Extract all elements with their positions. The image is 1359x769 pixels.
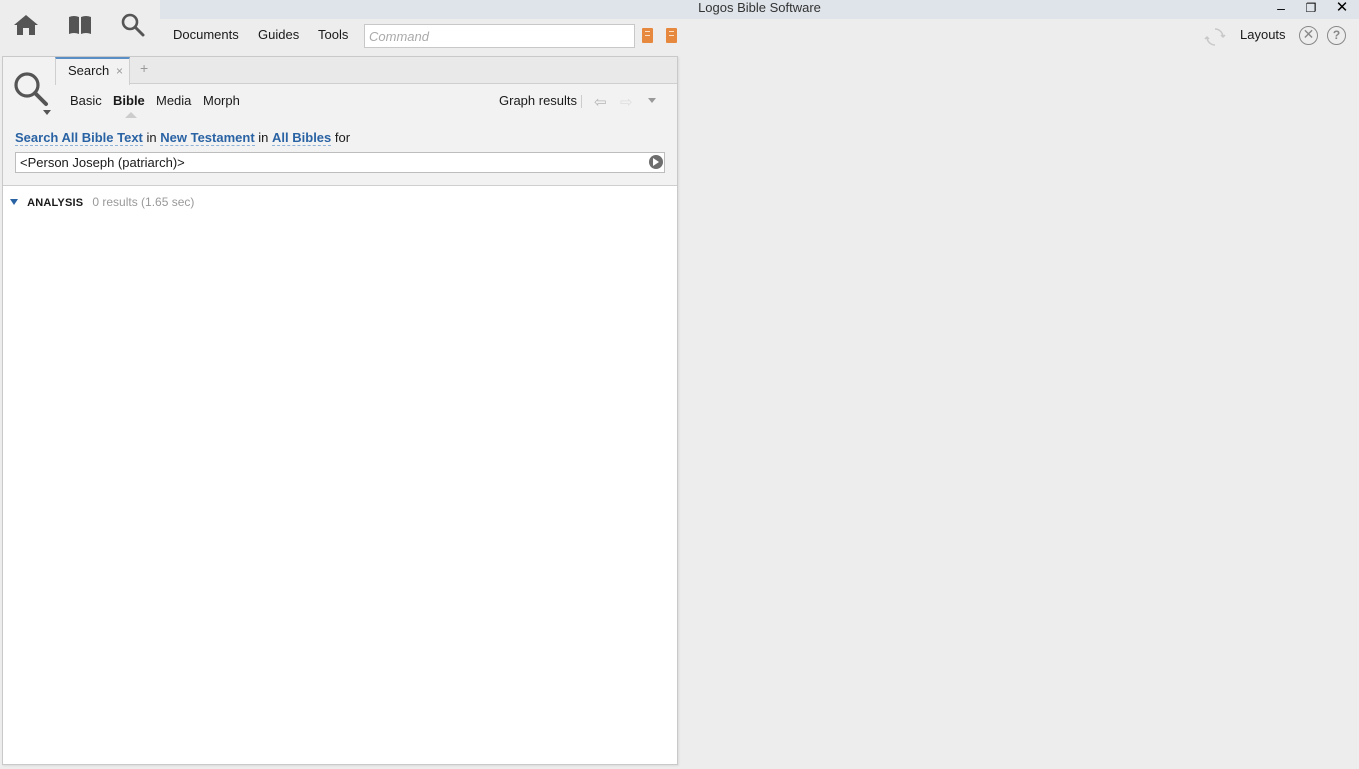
subtab-basic[interactable]: Basic — [70, 93, 102, 108]
subtab-bible[interactable]: Bible — [113, 93, 145, 108]
expand-triangle-icon[interactable] — [10, 199, 18, 205]
close-circle-icon[interactable]: ✕ — [1299, 26, 1318, 45]
tab-search[interactable]: Search × — [55, 57, 130, 85]
window-title: Logos Bible Software — [698, 0, 821, 15]
for-text: for — [334, 130, 351, 145]
command-input[interactable] — [364, 24, 635, 48]
add-tab-button[interactable]: + — [140, 60, 148, 76]
panel-search-icon[interactable] — [11, 69, 51, 109]
analysis-section[interactable]: ANALYSIS 0 results (1.65 sec) — [10, 195, 194, 209]
menu-tools[interactable]: Tools — [318, 27, 348, 42]
back-arrow-icon[interactable]: ⇦ — [594, 93, 607, 111]
help-icon[interactable]: ? — [1327, 26, 1346, 45]
range-dropdown[interactable]: New Testament — [160, 130, 255, 146]
search-what-dropdown[interactable]: Search All Bible Text — [15, 130, 143, 146]
forward-arrow-icon[interactable]: ⇨ — [620, 93, 633, 111]
menu-guides[interactable]: Guides — [258, 27, 299, 42]
close-window-button[interactable]: ✕ — [1329, 0, 1355, 18]
bibles-dropdown[interactable]: All Bibles — [272, 130, 332, 146]
search-scope-line: Search All Bible Text in New Testament i… — [15, 130, 351, 146]
main-toolbar: Documents Guides Tools Layouts ✕ ? — [160, 19, 1359, 54]
chevron-down-icon[interactable] — [648, 98, 656, 103]
analysis-label: ANALYSIS — [27, 197, 84, 209]
go-arrow-icon[interactable] — [649, 155, 663, 169]
divider — [581, 95, 582, 108]
tab-close-icon[interactable]: × — [116, 64, 123, 78]
subtab-morph[interactable]: Morph — [203, 93, 240, 108]
active-subtab-indicator — [125, 112, 137, 118]
results-count: 0 results (1.65 sec) — [92, 195, 195, 209]
bookmark-icon[interactable] — [642, 28, 653, 43]
minimize-button[interactable]: – — [1268, 0, 1294, 18]
bookmark-icon[interactable] — [666, 28, 677, 43]
search-icon[interactable] — [116, 8, 150, 42]
title-bar: Logos Bible Software – ❐ ✕ — [160, 0, 1359, 19]
search-panel-header: Search × + Basic Bible Media Morph Graph… — [3, 57, 677, 186]
graph-results-button[interactable]: Graph results — [499, 93, 577, 108]
search-panel: Search × + Basic Bible Media Morph Graph… — [2, 56, 678, 765]
restore-button[interactable]: ❐ — [1298, 0, 1324, 18]
library-book-icon[interactable] — [63, 8, 97, 42]
layouts-button[interactable]: Layouts — [1240, 27, 1286, 42]
tab-strip: Search × + — [55, 57, 677, 85]
home-icon[interactable] — [9, 8, 43, 42]
search-query-input[interactable] — [15, 152, 665, 173]
chevron-down-icon[interactable] — [43, 110, 51, 115]
subtab-media[interactable]: Media — [156, 93, 191, 108]
menu-documents[interactable]: Documents — [173, 27, 239, 42]
sync-icon[interactable] — [1204, 26, 1226, 48]
in-text: in — [258, 130, 269, 145]
in-text: in — [146, 130, 157, 145]
tab-label: Search — [68, 63, 110, 78]
